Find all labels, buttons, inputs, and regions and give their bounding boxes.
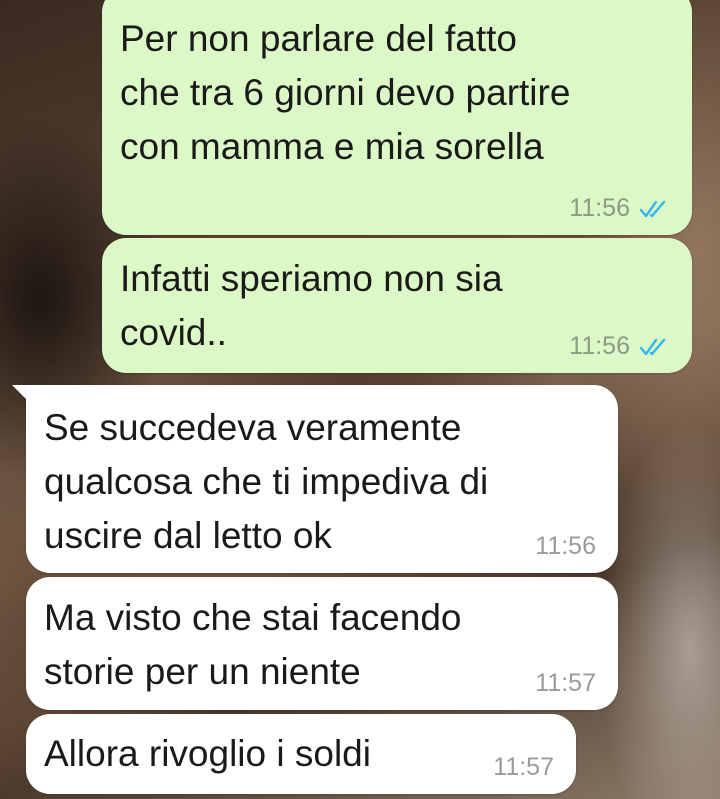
message-meta: 11:56 <box>535 532 596 561</box>
message-meta: 11:57 <box>535 669 596 698</box>
message-text: Allora rivoglio i soldi <box>44 733 371 774</box>
message-bubble-outgoing[interactable]: Per non parlare del fatto che tra 6 gior… <box>102 0 692 235</box>
double-check-icon <box>640 338 666 355</box>
message-time: 11:57 <box>535 669 596 697</box>
message-bubble-incoming[interactable]: Allora rivoglio i soldi 11:57 <box>26 714 576 794</box>
message-time: 11:56 <box>569 332 630 360</box>
message-meta: 11:56 <box>569 194 670 223</box>
message-time: 11:56 <box>535 532 596 560</box>
message-bubble-incoming[interactable]: Se succedeva veramente qualcosa che ti i… <box>26 385 618 573</box>
message-meta: 11:57 <box>493 753 554 782</box>
message-text: Ma visto che stai facendo storie per un … <box>44 597 462 692</box>
message-text: Se succedeva veramente qualcosa che ti i… <box>44 407 489 556</box>
message-meta: 11:56 <box>569 332 670 361</box>
message-time: 11:56 <box>569 194 630 222</box>
message-bubble-outgoing[interactable]: Infatti speriamo non sia covid.. 11:56 <box>102 238 692 373</box>
message-time: 11:57 <box>493 753 554 781</box>
message-bubble-incoming[interactable]: Ma visto che stai facendo storie per un … <box>26 577 618 710</box>
double-check-icon <box>640 200 666 217</box>
message-text: Per non parlare del fatto che tra 6 gior… <box>120 18 571 167</box>
message-text: Infatti speriamo non sia covid.. <box>120 258 503 353</box>
